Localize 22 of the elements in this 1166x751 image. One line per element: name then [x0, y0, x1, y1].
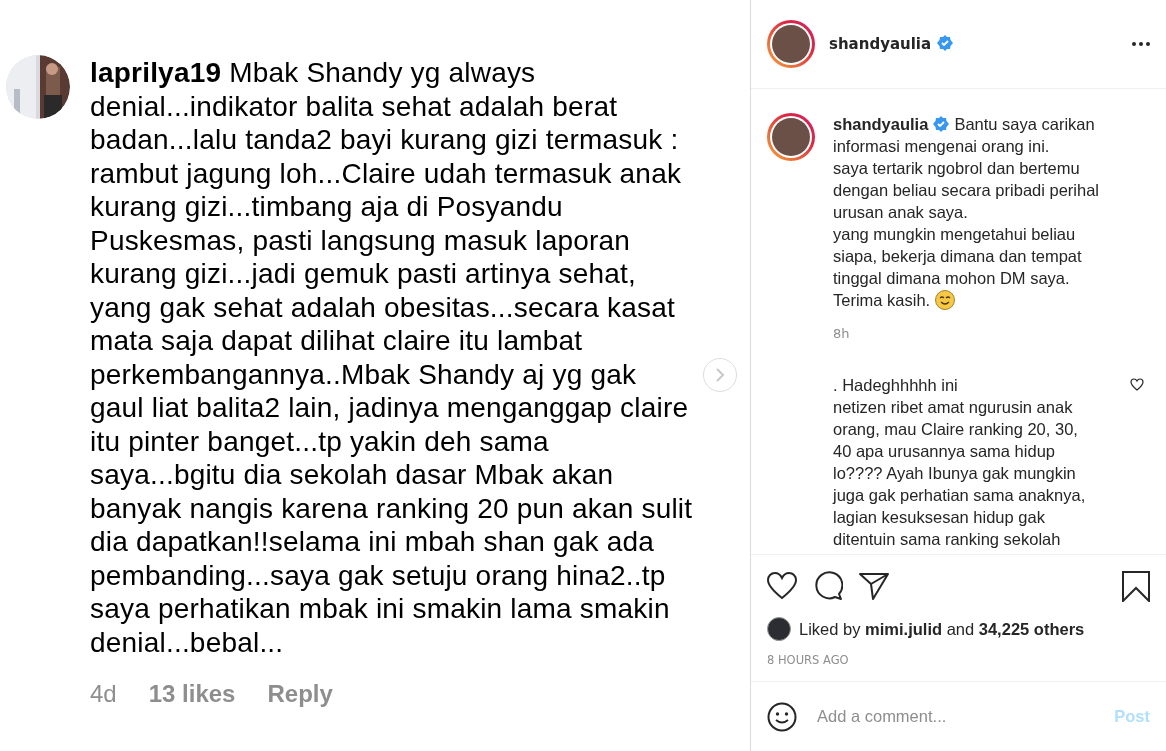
avatar[interactable]	[767, 113, 815, 161]
post-time: 8 HOURS AGO	[767, 651, 850, 669]
liker-avatar[interactable]	[767, 617, 791, 642]
bookmark-icon[interactable]	[1122, 570, 1150, 602]
chevron-right-icon	[714, 368, 726, 382]
heart-icon[interactable]	[767, 572, 797, 600]
emoji-icon[interactable]	[767, 701, 797, 732]
username-link[interactable]: shandyaulia	[833, 115, 929, 133]
send-icon[interactable]	[859, 572, 889, 600]
caption-text: shandyaulia Bantu saya carikan informasi mengenai orang ini. saya tertarik ngobrol dan bertemu dengan beliau secara pribadi perihal urusan anak saya. yang mungkin mengetahui beliau siapa, bekerja dimana dan tempat tinggal dimana mohon DM saya. Terima kasih.	[833, 114, 1100, 311]
comment-text: laprilya19 Mbak Shandy yg always denial...indikator balita sehat adalah berat badan...lalu tanda2 bayi kurang gizi termasuk : rambut jagung loh...Claire udah termasuk anak kurang gizi...timbang aja di Posyandu Puskesmas, pasti langsung masuk laporan kurang gizi...jadi gemuk pasti artinya sehat, yang gak sehat adalah obesitas...secara kasat mata saja dapat dilihat claire itu lambat perkembangannya..Mbak Shandy aj yg gak gaul liat balita2 lain, jadinya menganggap claire itu pinter banget...tp yakin deh sama saya...bgitu dia sekolah dasar Mbak akan banyak nangis karena ranking 20 pun akan sulit dia dapatkan!!selama ini mbah shan gak ada pembanding...saya gak setuju orang hina2..tp saya perhatikan mbak ini smakin lama smakin denial...bebal...	[90, 56, 693, 659]
likes-text[interactable]: Liked by mimi.julid and 34,225 others	[799, 617, 1085, 642]
username-link[interactable]: shandyaulia	[829, 32, 932, 56]
comment-input[interactable]: Add a comment...	[817, 704, 1115, 729]
smiling-face-icon	[935, 290, 956, 310]
heart-icon[interactable]	[1130, 377, 1144, 391]
avatar[interactable]	[767, 20, 815, 68]
caption-time: 8h	[833, 325, 851, 343]
more-options-icon[interactable]	[1132, 42, 1150, 46]
comment-icon[interactable]	[813, 571, 843, 601]
comment-text: . Hadeghhhhh ini netizen ribet amat ngurusin anak orang, mau Claire ranking 20, 30, 40 apa urusannya sama hidup lo???? Ayah Ibunya gak mungkin juga gak perhatian sama anaknya, lagian kesuksesan hidup gak ditentuin sama ranking sekolah	[833, 374, 1086, 550]
comment-time: 4d	[90, 679, 117, 709]
